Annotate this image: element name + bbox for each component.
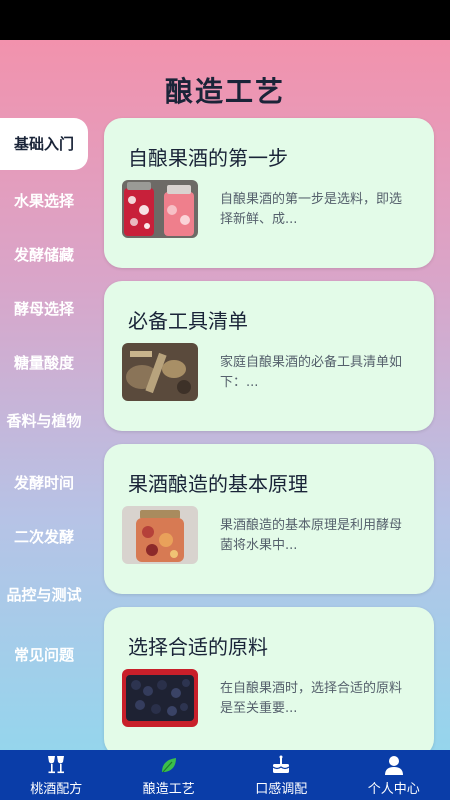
- sidebar-item-basics[interactable]: 基础入门: [0, 118, 88, 170]
- article-list: 自酿果酒的第一步 自酿果酒的第一步是选料，即选择新鲜、成... 必备工具清单 家…: [104, 118, 434, 770]
- article-card[interactable]: 自酿果酒的第一步 自酿果酒的第一步是选料，即选择新鲜、成...: [104, 118, 434, 268]
- article-description: 自酿果酒的第一步是选料，即选择新鲜、成...: [220, 192, 403, 227]
- nav-tab-brewing-process[interactable]: 酿造工艺: [113, 750, 226, 800]
- sidebar-item-fruit-selection[interactable]: 水果选择: [0, 175, 88, 227]
- article-title: 选择合适的原料: [128, 635, 268, 659]
- article-card[interactable]: 果酒酿造的基本原理 果酒酿造的基本原理是利用酵母菌将水果中...: [104, 444, 434, 594]
- sidebar-item-faq[interactable]: 常见问题: [0, 629, 88, 681]
- nav-tab-taste-blending[interactable]: 口感调配: [225, 750, 338, 800]
- article-card[interactable]: 必备工具清单 家庭自酿果酒的必备工具清单如下：...: [104, 281, 434, 431]
- grapes-image: [122, 669, 198, 727]
- sidebar-item-fermentation-storage[interactable]: 发酵储藏: [0, 229, 88, 281]
- article-title: 必备工具清单: [128, 309, 248, 333]
- nav-tab-label: 酿造工艺: [142, 781, 195, 797]
- fruit-jars-image: [122, 180, 198, 238]
- article-title: 自酿果酒的第一步: [128, 146, 288, 170]
- nav-tab-label: 口感调配: [255, 781, 308, 797]
- article-description: 家庭自酿果酒的必备工具清单如下：...: [220, 355, 403, 390]
- nav-tab-label: 桃酒配方: [30, 781, 83, 797]
- tools-image: [122, 343, 198, 401]
- sidebar-item-yeast-selection[interactable]: 酵母选择: [0, 283, 88, 335]
- page-title: 酿造工艺: [164, 75, 285, 108]
- status-bar: [0, 0, 450, 40]
- person-icon: [382, 754, 406, 776]
- category-sidebar: 基础入门 水果选择 发酵储藏 酵母选择 糖量酸度 香料与植物 发酵时间 二次发酵…: [0, 118, 88, 681]
- article-description: 在自酿果酒时，选择合适的原料是至关重要...: [220, 681, 403, 716]
- sidebar-item-sugar-acidity[interactable]: 糖量酸度: [0, 337, 88, 389]
- sidebar-item-spices-plants[interactable]: 香料与植物: [0, 393, 88, 449]
- bottom-navigation: 桃酒配方 酿造工艺 口感调配 个人中心: [0, 750, 450, 800]
- cake-icon: [269, 754, 293, 776]
- nav-tab-label: 个人中心: [367, 781, 420, 797]
- wine-glasses-icon: [44, 754, 68, 776]
- article-title: 果酒酿造的基本原理: [128, 472, 308, 496]
- leaf-icon: [157, 754, 181, 776]
- sidebar-item-fermentation-time[interactable]: 发酵时间: [0, 457, 88, 509]
- sidebar-item-secondary-fermentation[interactable]: 二次发酵: [0, 511, 88, 563]
- fruit-jar-image: [122, 506, 198, 564]
- nav-tab-profile[interactable]: 个人中心: [338, 750, 450, 800]
- article-card[interactable]: 选择合适的原料 在自酿果酒时，选择合适的原料是至关重要...: [104, 607, 434, 757]
- sidebar-item-quality-testing[interactable]: 品控与测试: [0, 567, 88, 623]
- nav-tab-peach-wine-recipes[interactable]: 桃酒配方: [0, 750, 113, 800]
- article-description: 果酒酿造的基本原理是利用酵母菌将水果中...: [220, 518, 403, 553]
